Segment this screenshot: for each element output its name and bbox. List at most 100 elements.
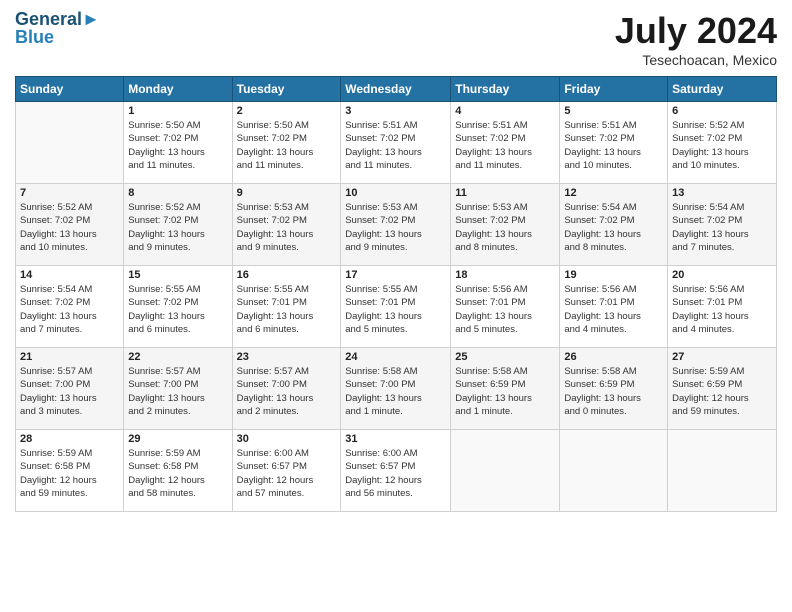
day-info: Sunrise: 5:53 AM Sunset: 7:02 PM Dayligh…: [237, 202, 314, 253]
month-title: July 2024: [615, 10, 777, 52]
logo-line2: Blue: [15, 28, 100, 48]
day-number: 10: [345, 187, 446, 199]
day-info: Sunrise: 5:57 AM Sunset: 7:00 PM Dayligh…: [20, 366, 97, 417]
calendar-body: 1 Sunrise: 5:50 AM Sunset: 7:02 PM Dayli…: [16, 102, 777, 512]
day-number: 21: [20, 351, 119, 363]
day-info: Sunrise: 5:55 AM Sunset: 7:01 PM Dayligh…: [345, 284, 422, 335]
calendar-cell: 9 Sunrise: 5:53 AM Sunset: 7:02 PM Dayli…: [232, 184, 341, 266]
day-number: 18: [455, 269, 555, 281]
day-info: Sunrise: 5:58 AM Sunset: 6:59 PM Dayligh…: [564, 366, 641, 417]
calendar-cell: 29 Sunrise: 5:59 AM Sunset: 6:58 PM Dayl…: [124, 430, 232, 512]
day-info: Sunrise: 5:57 AM Sunset: 7:00 PM Dayligh…: [237, 366, 314, 417]
calendar-cell: 12 Sunrise: 5:54 AM Sunset: 7:02 PM Dayl…: [560, 184, 668, 266]
logo-arrow: ►: [82, 9, 100, 29]
header: General► Blue July 2024 Tesechoacan, Mex…: [15, 10, 777, 68]
day-info: Sunrise: 5:55 AM Sunset: 7:02 PM Dayligh…: [128, 284, 205, 335]
title-area: July 2024 Tesechoacan, Mexico: [615, 10, 777, 68]
day-number: 22: [128, 351, 227, 363]
day-number: 17: [345, 269, 446, 281]
day-number: 15: [128, 269, 227, 281]
day-info: Sunrise: 5:54 AM Sunset: 7:02 PM Dayligh…: [672, 202, 749, 253]
day-number: 4: [455, 105, 555, 117]
day-info: Sunrise: 5:56 AM Sunset: 7:01 PM Dayligh…: [564, 284, 641, 335]
calendar-cell: 3 Sunrise: 5:51 AM Sunset: 7:02 PM Dayli…: [341, 102, 451, 184]
day-info: Sunrise: 5:51 AM Sunset: 7:02 PM Dayligh…: [345, 120, 422, 171]
calendar-cell: [668, 430, 777, 512]
day-info: Sunrise: 5:50 AM Sunset: 7:02 PM Dayligh…: [128, 120, 205, 171]
calendar-cell: 4 Sunrise: 5:51 AM Sunset: 7:02 PM Dayli…: [451, 102, 560, 184]
calendar-cell: 6 Sunrise: 5:52 AM Sunset: 7:02 PM Dayli…: [668, 102, 777, 184]
day-info: Sunrise: 5:54 AM Sunset: 7:02 PM Dayligh…: [564, 202, 641, 253]
day-info: Sunrise: 5:59 AM Sunset: 6:59 PM Dayligh…: [672, 366, 749, 417]
calendar-cell: 21 Sunrise: 5:57 AM Sunset: 7:00 PM Dayl…: [16, 348, 124, 430]
day-info: Sunrise: 5:57 AM Sunset: 7:00 PM Dayligh…: [128, 366, 205, 417]
day-info: Sunrise: 5:51 AM Sunset: 7:02 PM Dayligh…: [564, 120, 641, 171]
day-number: 25: [455, 351, 555, 363]
calendar-cell: 24 Sunrise: 5:58 AM Sunset: 7:00 PM Dayl…: [341, 348, 451, 430]
day-number: 14: [20, 269, 119, 281]
calendar-cell: 30 Sunrise: 6:00 AM Sunset: 6:57 PM Dayl…: [232, 430, 341, 512]
calendar-cell: 10 Sunrise: 5:53 AM Sunset: 7:02 PM Dayl…: [341, 184, 451, 266]
day-number: 5: [564, 105, 663, 117]
calendar-cell: 15 Sunrise: 5:55 AM Sunset: 7:02 PM Dayl…: [124, 266, 232, 348]
day-info: Sunrise: 6:00 AM Sunset: 6:57 PM Dayligh…: [237, 448, 314, 499]
calendar-cell: 31 Sunrise: 6:00 AM Sunset: 6:57 PM Dayl…: [341, 430, 451, 512]
day-info: Sunrise: 5:52 AM Sunset: 7:02 PM Dayligh…: [128, 202, 205, 253]
calendar-cell: 8 Sunrise: 5:52 AM Sunset: 7:02 PM Dayli…: [124, 184, 232, 266]
calendar-header: Sunday Monday Tuesday Wednesday Thursday…: [16, 77, 777, 102]
col-sunday: Sunday: [16, 77, 124, 102]
col-monday: Monday: [124, 77, 232, 102]
day-number: 19: [564, 269, 663, 281]
day-number: 9: [237, 187, 337, 199]
location: Tesechoacan, Mexico: [615, 52, 777, 68]
day-number: 6: [672, 105, 772, 117]
day-number: 11: [455, 187, 555, 199]
col-wednesday: Wednesday: [341, 77, 451, 102]
day-number: 16: [237, 269, 337, 281]
col-thursday: Thursday: [451, 77, 560, 102]
calendar-cell: [560, 430, 668, 512]
day-info: Sunrise: 5:56 AM Sunset: 7:01 PM Dayligh…: [455, 284, 532, 335]
calendar-cell: 17 Sunrise: 5:55 AM Sunset: 7:01 PM Dayl…: [341, 266, 451, 348]
day-info: Sunrise: 5:58 AM Sunset: 7:00 PM Dayligh…: [345, 366, 422, 417]
day-info: Sunrise: 5:58 AM Sunset: 6:59 PM Dayligh…: [455, 366, 532, 417]
day-info: Sunrise: 5:50 AM Sunset: 7:02 PM Dayligh…: [237, 120, 314, 171]
calendar-cell: 26 Sunrise: 5:58 AM Sunset: 6:59 PM Dayl…: [560, 348, 668, 430]
day-info: Sunrise: 5:59 AM Sunset: 6:58 PM Dayligh…: [20, 448, 97, 499]
day-number: 8: [128, 187, 227, 199]
calendar-cell: 2 Sunrise: 5:50 AM Sunset: 7:02 PM Dayli…: [232, 102, 341, 184]
day-number: 23: [237, 351, 337, 363]
calendar-week-5: 28 Sunrise: 5:59 AM Sunset: 6:58 PM Dayl…: [16, 430, 777, 512]
calendar-cell: 28 Sunrise: 5:59 AM Sunset: 6:58 PM Dayl…: [16, 430, 124, 512]
calendar-cell: 18 Sunrise: 5:56 AM Sunset: 7:01 PM Dayl…: [451, 266, 560, 348]
logo: General► Blue: [15, 10, 100, 48]
day-number: 28: [20, 433, 119, 445]
day-number: 29: [128, 433, 227, 445]
day-number: 20: [672, 269, 772, 281]
day-info: Sunrise: 5:52 AM Sunset: 7:02 PM Dayligh…: [20, 202, 97, 253]
day-number: 7: [20, 187, 119, 199]
col-friday: Friday: [560, 77, 668, 102]
day-info: Sunrise: 5:55 AM Sunset: 7:01 PM Dayligh…: [237, 284, 314, 335]
calendar-cell: 5 Sunrise: 5:51 AM Sunset: 7:02 PM Dayli…: [560, 102, 668, 184]
calendar-cell: 27 Sunrise: 5:59 AM Sunset: 6:59 PM Dayl…: [668, 348, 777, 430]
day-number: 3: [345, 105, 446, 117]
col-saturday: Saturday: [668, 77, 777, 102]
logo-line1: General: [15, 9, 82, 29]
calendar-week-4: 21 Sunrise: 5:57 AM Sunset: 7:00 PM Dayl…: [16, 348, 777, 430]
day-info: Sunrise: 5:54 AM Sunset: 7:02 PM Dayligh…: [20, 284, 97, 335]
header-row: Sunday Monday Tuesday Wednesday Thursday…: [16, 77, 777, 102]
calendar-cell: 14 Sunrise: 5:54 AM Sunset: 7:02 PM Dayl…: [16, 266, 124, 348]
day-info: Sunrise: 5:59 AM Sunset: 6:58 PM Dayligh…: [128, 448, 205, 499]
day-info: Sunrise: 6:00 AM Sunset: 6:57 PM Dayligh…: [345, 448, 422, 499]
day-number: 12: [564, 187, 663, 199]
day-info: Sunrise: 5:53 AM Sunset: 7:02 PM Dayligh…: [455, 202, 532, 253]
day-number: 2: [237, 105, 337, 117]
day-number: 31: [345, 433, 446, 445]
calendar-cell: 16 Sunrise: 5:55 AM Sunset: 7:01 PM Dayl…: [232, 266, 341, 348]
day-number: 13: [672, 187, 772, 199]
page-container: General► Blue July 2024 Tesechoacan, Mex…: [0, 0, 792, 522]
calendar-cell: 20 Sunrise: 5:56 AM Sunset: 7:01 PM Dayl…: [668, 266, 777, 348]
day-number: 1: [128, 105, 227, 117]
day-info: Sunrise: 5:56 AM Sunset: 7:01 PM Dayligh…: [672, 284, 749, 335]
